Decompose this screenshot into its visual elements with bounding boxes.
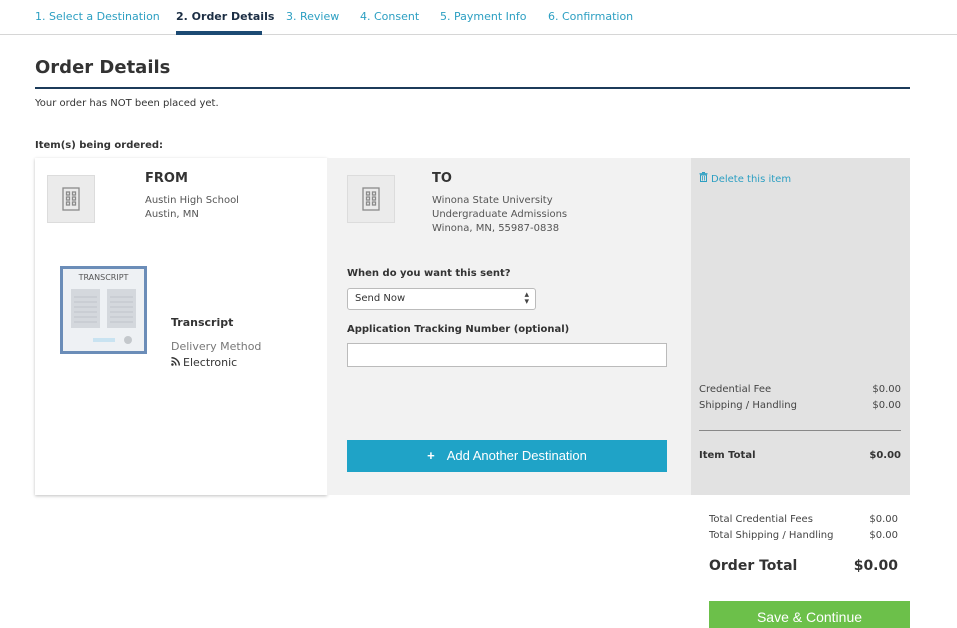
add-destination-button[interactable]: + Add Another Destination (347, 440, 667, 472)
items-label: Item(s) being ordered: (35, 140, 164, 151)
select-arrows-icon: ▴ ▾ (524, 290, 529, 307)
step-select-destination[interactable]: 1. Select a Destination (35, 10, 160, 23)
step-order-details[interactable]: 2. Order Details (176, 10, 274, 23)
order-total-amount: $0.00 (853, 558, 898, 574)
total-credential-fees-amount: $0.00 (869, 514, 898, 525)
plus-icon: + (427, 448, 435, 463)
save-continue-button[interactable]: Save & Continue (709, 601, 910, 628)
item-total-row: Item Total $0.00 (699, 450, 901, 461)
from-address: Austin High School Austin, MN (145, 194, 239, 222)
total-credential-fees-label: Total Credential Fees (709, 514, 813, 525)
credential-fee-amount: $0.00 (872, 384, 901, 395)
when-select[interactable]: Send Now ▴ ▾ (347, 288, 536, 310)
tracking-number-input[interactable] (347, 343, 667, 367)
to-heading: TO (432, 171, 452, 186)
order-total-row: Order Total $0.00 (709, 558, 898, 574)
add-destination-label: Add Another Destination (446, 448, 587, 463)
shipping-amount: $0.00 (872, 400, 901, 411)
delivery-method-value: Electronic (183, 356, 238, 369)
transcript-thumbnail: TRANSCRIPT (60, 266, 147, 354)
building-icon (47, 175, 95, 223)
building-icon (347, 175, 395, 223)
step-consent[interactable]: 4. Consent (360, 10, 419, 23)
order-total-label: Order Total (709, 558, 798, 574)
total-shipping-label: Total Shipping / Handling (709, 530, 834, 541)
shipping-row: Shipping / Handling $0.00 (699, 400, 901, 411)
when-select-value: Send Now (355, 293, 406, 304)
title-divider (35, 87, 910, 89)
order-notice: Your order has NOT been placed yet. (35, 98, 219, 109)
fee-panel: Delete this item Credential Fee $0.00 Sh… (691, 158, 910, 495)
from-school: Austin High School (145, 195, 239, 206)
step-navigation: 1. Select a Destination 2. Order Details… (0, 0, 957, 35)
from-location: Austin, MN (145, 209, 199, 220)
total-credential-fees-row: Total Credential Fees $0.00 (709, 514, 898, 525)
when-label: When do you want this sent? (347, 268, 511, 279)
to-institution: Winona State University (432, 195, 553, 206)
transcript-document-icon (71, 289, 136, 344)
from-heading: FROM (145, 171, 188, 186)
tracking-label: Application Tracking Number (optional) (347, 324, 570, 335)
step-review[interactable]: 3. Review (286, 10, 339, 23)
step-payment-info[interactable]: 5. Payment Info (440, 10, 526, 23)
item-total-label: Item Total (699, 450, 756, 461)
total-shipping-amount: $0.00 (869, 530, 898, 541)
shipping-label: Shipping / Handling (699, 400, 797, 411)
item-total-amount: $0.00 (869, 450, 901, 461)
delivery-method-label: Delivery Method (171, 340, 262, 353)
to-address: Winona State University Undergraduate Ad… (432, 194, 567, 236)
to-location: Winona, MN, 55987-0838 (432, 223, 560, 234)
delivery-method: Electronic (171, 356, 237, 369)
page-title: Order Details (35, 57, 171, 78)
credential-name: Transcript (171, 316, 234, 329)
active-step-indicator (176, 31, 262, 35)
credential-fee-label: Credential Fee (699, 384, 772, 395)
credential-fee-row: Credential Fee $0.00 (699, 384, 901, 395)
fee-divider (699, 430, 901, 431)
to-department: Undergraduate Admissions (432, 209, 568, 220)
rss-icon (171, 357, 180, 366)
from-panel: FROM Austin High School Austin, MN TRANS… (35, 158, 327, 495)
total-shipping-row: Total Shipping / Handling $0.00 (709, 530, 898, 541)
trash-icon (699, 172, 708, 182)
delete-item-link[interactable]: Delete this item (699, 172, 791, 185)
delete-item-label: Delete this item (711, 174, 792, 185)
to-panel: TO Winona State University Undergraduate… (327, 158, 691, 495)
step-confirmation[interactable]: 6. Confirmation (548, 10, 633, 23)
